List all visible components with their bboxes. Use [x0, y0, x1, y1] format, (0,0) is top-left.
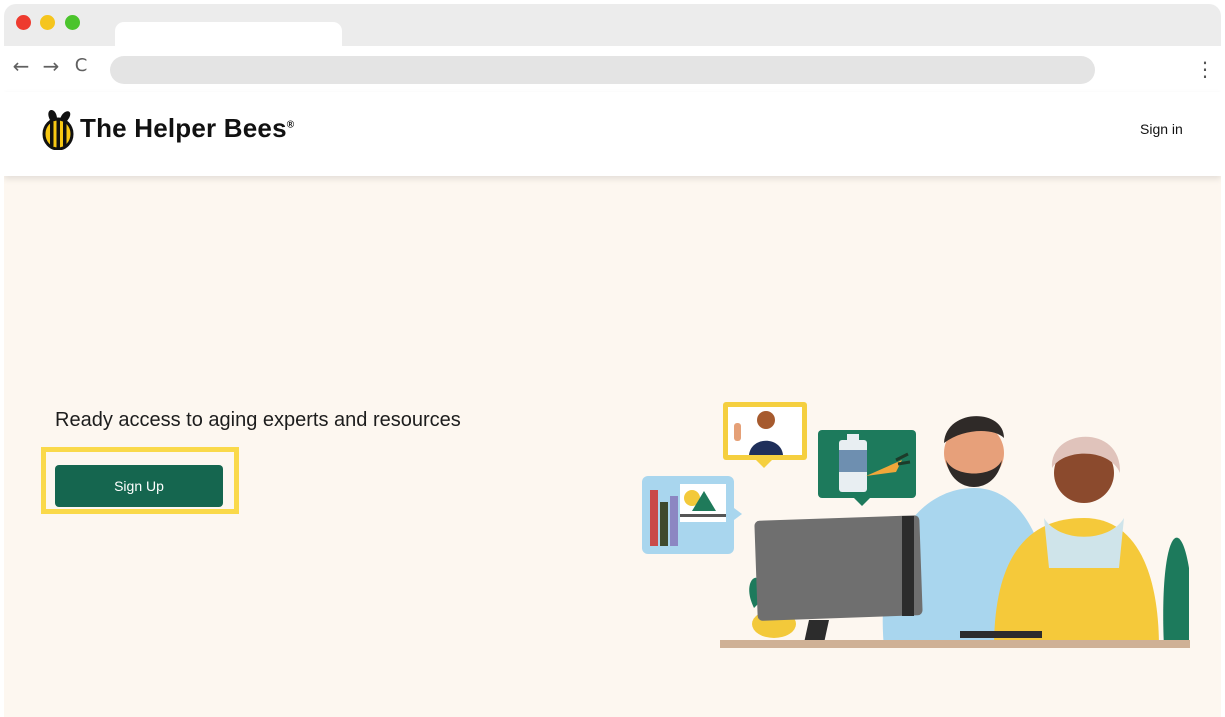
bee-icon [42, 109, 74, 150]
minimize-window-button[interactable] [40, 15, 55, 30]
hero-section: Ready access to aging experts and resour… [4, 176, 1221, 717]
maximize-window-button[interactable] [65, 15, 80, 30]
back-icon[interactable]: ← [10, 54, 32, 78]
browser-titlebar [4, 4, 1221, 46]
reload-icon[interactable]: C [70, 54, 92, 78]
brand-name-text: The Helper Bees [80, 112, 287, 143]
browser-toolbar: ← → C ⋮ [4, 46, 1221, 92]
forward-icon[interactable]: → [40, 54, 62, 78]
site-header: The Helper Bees® Sign in [4, 92, 1221, 176]
sign-up-button[interactable]: Sign Up [55, 465, 223, 507]
browser-window: ← → C ⋮ The Helper Bees® Sign in Ready a… [4, 4, 1221, 717]
hero-illustration [642, 402, 1190, 648]
address-bar[interactable] [110, 56, 1095, 84]
browser-tab[interactable] [115, 22, 342, 46]
close-window-button[interactable] [16, 15, 31, 30]
browser-menu-icon[interactable]: ⋮ [1195, 56, 1215, 82]
brand-logo[interactable]: The Helper Bees® [40, 106, 294, 150]
sign-in-link[interactable]: Sign in [1140, 121, 1183, 137]
hero-headline: Ready access to aging experts and resour… [55, 409, 461, 431]
registered-mark: ® [286, 118, 295, 130]
brand-name: The Helper Bees® [80, 113, 294, 144]
